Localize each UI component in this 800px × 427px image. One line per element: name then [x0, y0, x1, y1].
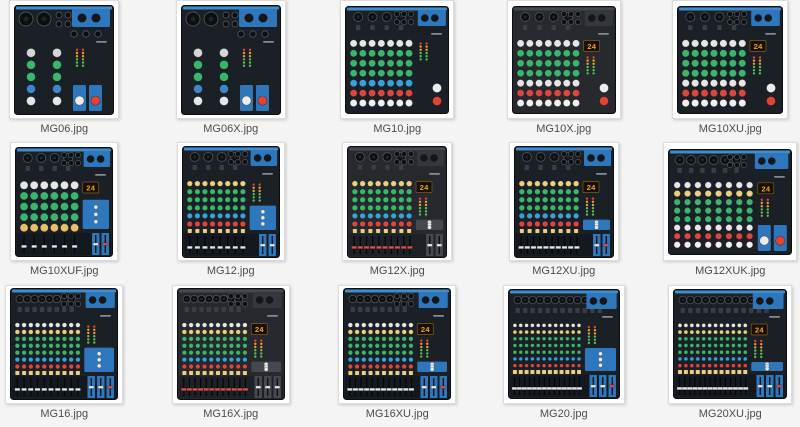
file-item[interactable]: MG20.jpg	[481, 285, 648, 427]
file-thumbnail[interactable]	[176, 0, 286, 119]
file-name-label[interactable]: MG16.jpg	[40, 407, 88, 421]
file-item[interactable]: MG10.jpg	[314, 0, 481, 142]
file-item[interactable]: 24 MG10XUF.jpg	[0, 142, 148, 284]
file-thumbnail[interactable]	[5, 285, 123, 404]
file-thumbnail[interactable]	[503, 285, 625, 404]
file-item[interactable]: 24 MG16X.jpg	[148, 285, 315, 427]
mixer-image	[182, 146, 280, 258]
file-thumbnail[interactable]: 24	[672, 0, 788, 119]
file-item[interactable]: 24 MG12X.jpg	[314, 142, 481, 284]
mixer-image: 24	[668, 149, 792, 255]
file-name-label[interactable]: MG10XU.jpg	[699, 122, 762, 136]
file-thumbnail[interactable]: 24	[342, 142, 452, 261]
mixer-image: 24	[15, 147, 113, 257]
mixer-image: 24	[677, 6, 783, 114]
file-thumbnail[interactable]: 24	[338, 285, 456, 404]
svg-text:24: 24	[762, 186, 772, 194]
file-thumbnail[interactable]	[9, 0, 119, 119]
mixer-image	[508, 289, 620, 399]
file-item[interactable]: 24 MG10X.jpg	[481, 0, 648, 142]
svg-text:24: 24	[420, 185, 430, 193]
mixer-image	[181, 5, 281, 115]
svg-text:24: 24	[587, 43, 597, 51]
file-name-label[interactable]: MG16X.jpg	[203, 407, 258, 421]
mixer-image: 24	[347, 146, 447, 258]
mixer-image: 24	[512, 6, 616, 114]
file-thumbnail[interactable]: 24	[10, 142, 118, 261]
file-item[interactable]: 24 MG12XUK.jpg	[647, 142, 800, 284]
file-name-label[interactable]: MG20.jpg	[540, 407, 588, 421]
file-name-label[interactable]: MG12X.jpg	[370, 264, 425, 278]
file-item[interactable]: 24 MG10XU.jpg	[647, 0, 800, 142]
file-name-label[interactable]: MG06X.jpg	[203, 122, 258, 136]
file-name-label[interactable]: MG10.jpg	[373, 122, 421, 136]
file-item[interactable]: 24 MG16XU.jpg	[314, 285, 481, 427]
file-thumbnail[interactable]: 24	[663, 142, 797, 261]
file-thumbnail[interactable]	[177, 142, 285, 261]
mixer-image: 24	[514, 146, 614, 258]
mixer-image	[10, 288, 118, 400]
svg-text:24: 24	[754, 43, 764, 51]
file-item[interactable]: MG16.jpg	[0, 285, 148, 427]
file-item[interactable]: MG12.jpg	[148, 142, 315, 284]
mixer-image: 24	[673, 289, 787, 399]
mixer-image	[14, 5, 114, 115]
file-name-label[interactable]: MG12XUK.jpg	[695, 264, 765, 278]
thumbnail-grid-view: MG06.jpg MG06X.jpg MG10.jpg 24 MG10X.jpg…	[0, 0, 800, 427]
file-thumbnail[interactable]: 24	[507, 0, 621, 119]
file-name-label[interactable]: MG20XU.jpg	[699, 407, 762, 421]
svg-text:24: 24	[755, 328, 765, 336]
svg-text:24: 24	[255, 327, 265, 335]
file-name-label[interactable]: MG06.jpg	[40, 122, 88, 136]
file-name-label[interactable]: MG10X.jpg	[536, 122, 591, 136]
file-thumbnail[interactable]: 24	[172, 285, 290, 404]
file-item[interactable]: 24 MG20XU.jpg	[647, 285, 800, 427]
file-name-label[interactable]: MG10XUF.jpg	[30, 264, 98, 278]
svg-text:24: 24	[586, 185, 596, 193]
mixer-image: 24	[343, 288, 451, 400]
mixer-image	[345, 6, 449, 114]
svg-text:24: 24	[86, 185, 96, 193]
file-name-label[interactable]: MG12.jpg	[207, 264, 255, 278]
file-item[interactable]: MG06X.jpg	[148, 0, 315, 142]
file-name-label[interactable]: MG16XU.jpg	[366, 407, 429, 421]
mixer-image: 24	[177, 288, 285, 400]
file-thumbnail[interactable]: 24	[509, 142, 619, 261]
file-thumbnail[interactable]	[340, 0, 454, 119]
file-item[interactable]: 24 MG12XU.jpg	[481, 142, 648, 284]
file-item[interactable]: MG06.jpg	[0, 0, 148, 142]
svg-text:24: 24	[421, 327, 431, 335]
file-name-label[interactable]: MG12XU.jpg	[532, 264, 595, 278]
file-thumbnail[interactable]: 24	[668, 285, 792, 404]
